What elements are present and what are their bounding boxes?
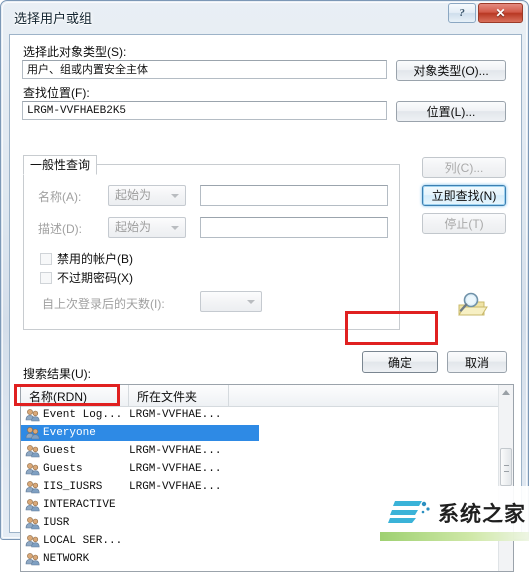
user-group-icon	[25, 427, 40, 440]
table-row[interactable]: NETWORK	[21, 550, 498, 568]
non-expiring-password-label: 不过期密码(X)	[57, 271, 133, 285]
chevron-down-icon	[247, 299, 255, 304]
user-group-icon	[25, 445, 40, 458]
row-name-cell: INTERACTIVE	[21, 497, 129, 513]
user-group-icon	[25, 553, 40, 566]
row-name-cell: Guests	[21, 461, 129, 477]
user-group-icon	[25, 517, 40, 530]
checkbox-icon	[40, 271, 52, 284]
description-input[interactable]	[200, 217, 388, 238]
row-name-text: Guests	[43, 463, 83, 475]
table-row[interactable]: Guest LRGM-VVFHAE...	[21, 442, 498, 460]
days-since-logon-label: 自上次登录后的天数(I):	[42, 297, 165, 311]
ok-button[interactable]: 确定	[362, 351, 438, 373]
object-type-field[interactable]: 用户、组或内置安全主体	[22, 60, 387, 79]
name-input[interactable]	[200, 185, 388, 206]
column-header-name[interactable]: 名称(RDN)	[21, 385, 129, 406]
table-row[interactable]: Event Log... LRGM-VVFHAE...	[21, 406, 498, 424]
dialog-client-area: 选择此对象类型(S): 用户、组或内置安全主体 对象类型(O)... 查找位置(…	[9, 34, 522, 572]
description-condition-dropdown[interactable]: 起始为	[108, 217, 186, 238]
common-queries-panel: 名称(A): 起始为 描述(D): 起始为 禁用的帐户(B) 不过期密码(X) …	[23, 164, 400, 330]
table-row[interactable]: Guests LRGM-VVFHAE...	[21, 460, 498, 478]
close-icon[interactable]: ✕	[478, 3, 523, 23]
chevron-down-icon	[171, 193, 179, 198]
chevron-down-icon	[171, 225, 179, 230]
select-users-or-groups-dialog: 选择用户或组 ? ✕ 选择此对象类型(S): 用户、组或内置安全主体 对象类型(…	[0, 0, 529, 572]
row-folder-cell	[129, 497, 247, 513]
row-folder-cell: LRGM-VVFHAE...	[129, 463, 222, 475]
watermark-logo-icon	[388, 501, 430, 523]
scrollbar-thumb[interactable]	[500, 448, 512, 486]
stop-button[interactable]: 停止(T)	[422, 213, 506, 234]
column-header-extra[interactable]	[229, 385, 513, 406]
days-since-logon-dropdown[interactable]	[200, 291, 262, 312]
table-row[interactable]: Everyone	[21, 424, 498, 442]
row-name-cell: Everyone	[21, 425, 129, 441]
row-folder-cell	[129, 515, 247, 531]
user-group-icon	[25, 409, 40, 422]
row-name-cell: Guest	[21, 443, 129, 459]
checkbox-icon	[40, 252, 52, 265]
name-condition-value: 起始为	[115, 188, 152, 202]
non-expiring-password-checkbox[interactable]: 不过期密码(X)	[40, 269, 133, 286]
row-name-cell: IUSR	[21, 515, 129, 531]
row-name-cell: Event Log...	[21, 407, 129, 423]
watermark-text: 系统之家	[438, 503, 526, 526]
row-name-cell: NETWORK	[21, 551, 129, 567]
scroll-up-arrow-icon[interactable]	[499, 385, 513, 400]
object-types-button[interactable]: 对象类型(O)...	[396, 60, 506, 81]
find-now-button[interactable]: 立即查找(N)	[422, 185, 506, 206]
row-name-text: IIS_IUSRS	[43, 481, 103, 493]
search-folder-icon	[458, 292, 488, 316]
object-type-label: 选择此对象类型(S):	[23, 45, 127, 59]
cancel-button[interactable]: 取消	[447, 351, 507, 373]
description-label: 描述(D):	[38, 222, 82, 236]
column-header-folder[interactable]: 所在文件夹	[129, 385, 229, 406]
tab-common-queries[interactable]: 一般性查询	[23, 155, 97, 175]
search-results-label: 搜索结果(U):	[23, 367, 91, 381]
watermark: 系统之家	[380, 486, 529, 541]
row-folder-cell: LRGM-VVFHAE...	[129, 445, 222, 457]
name-label: 名称(A):	[38, 190, 82, 204]
locations-button[interactable]: 位置(L)...	[396, 101, 506, 122]
row-name-text: Guest	[43, 445, 77, 457]
disabled-accounts-label: 禁用的帐户(B)	[57, 252, 133, 266]
description-condition-value: 起始为	[115, 220, 152, 234]
location-field[interactable]: LRGM-VVFHAEB2K5	[22, 101, 387, 120]
user-group-icon	[25, 499, 40, 512]
disabled-accounts-checkbox[interactable]: 禁用的帐户(B)	[40, 250, 133, 267]
help-button[interactable]: ?	[448, 3, 476, 23]
row-folder-cell: LRGM-VVFHAE...	[129, 481, 222, 493]
window-title: 选择用户或组	[14, 11, 93, 26]
row-folder-cell	[129, 551, 247, 567]
title-bar[interactable]: 选择用户或组 ? ✕	[1, 1, 529, 32]
row-name-text: LOCAL SER...	[43, 535, 123, 547]
user-group-icon	[25, 463, 40, 476]
user-group-icon	[25, 535, 40, 548]
row-name-cell: IIS_IUSRS	[21, 479, 129, 495]
row-folder-cell: LRGM-VVFHAE...	[129, 409, 222, 421]
row-name-text: IUSR	[43, 517, 70, 529]
listview-header: 名称(RDN) 所在文件夹	[21, 385, 513, 407]
user-group-icon	[25, 481, 40, 494]
location-label: 查找位置(F):	[23, 86, 90, 100]
row-folder-cell	[129, 425, 259, 441]
row-folder-cell	[129, 533, 247, 549]
row-name-text: Event Log...	[43, 409, 123, 421]
listview-scrollbar[interactable]	[498, 385, 513, 571]
row-name-text: INTERACTIVE	[43, 499, 116, 511]
row-name-text: Everyone	[43, 427, 96, 439]
row-name-text: NETWORK	[43, 553, 90, 565]
search-results-listview[interactable]: 名称(RDN) 所在文件夹 Event Log... LRGM-VVFHAE...…	[20, 384, 514, 572]
columns-button[interactable]: 列(C)...	[422, 157, 506, 178]
row-name-cell: LOCAL SER...	[21, 533, 129, 549]
name-condition-dropdown[interactable]: 起始为	[108, 185, 186, 206]
